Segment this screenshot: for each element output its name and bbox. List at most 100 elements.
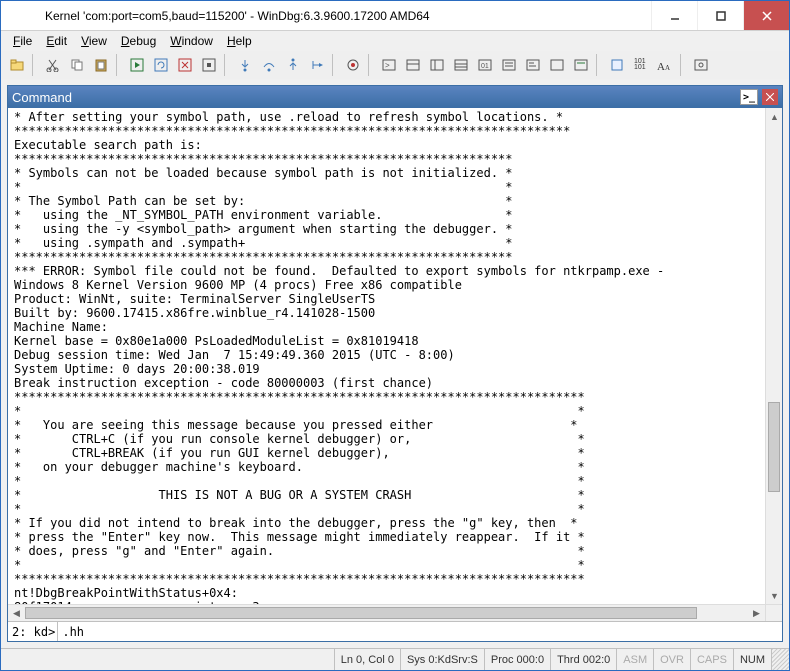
command-output-text: * After setting your symbol path, use .r…: [8, 108, 782, 616]
toolbar-step-over-button[interactable]: [258, 54, 280, 76]
toolbar-paste-button[interactable]: [90, 54, 112, 76]
toolbar-restart-button[interactable]: [150, 54, 172, 76]
toolbar-command-window-button[interactable]: >: [378, 54, 400, 76]
svg-text:>: >: [385, 61, 390, 70]
toolbar-step-out-button[interactable]: [282, 54, 304, 76]
command-window-title: Command: [12, 90, 736, 105]
menubar: File Edit View Debug Window Help: [1, 31, 789, 51]
stop-icon: [178, 58, 192, 72]
toolbar-open-button[interactable]: [6, 54, 28, 76]
statusbar-pad: [1, 649, 334, 670]
toolbar-scratch-window-button[interactable]: [546, 54, 568, 76]
toolbar-sep-3: [224, 54, 230, 76]
callstack-window-icon: [502, 58, 516, 72]
scroll-down-button[interactable]: ▼: [766, 587, 782, 604]
h-scroll-track[interactable]: [25, 605, 748, 621]
status-asm[interactable]: ASM: [616, 649, 653, 670]
horizontal-scrollbar[interactable]: ◀ ▶: [8, 604, 765, 621]
scroll-right-button[interactable]: ▶: [748, 605, 765, 621]
source-mode-icon: [610, 58, 624, 72]
step-into-icon: [238, 58, 252, 72]
status-lncol: Ln 0, Col 0: [334, 649, 400, 670]
toolbar-watch-window-button[interactable]: [402, 54, 424, 76]
mdi-area: Command >_ * After setting your symbol p…: [1, 79, 789, 648]
menu-file[interactable]: File: [7, 33, 38, 49]
toolbar-font-button[interactable]: 101101: [630, 54, 652, 76]
status-sys[interactable]: Sys 0:KdSrv:S: [400, 649, 484, 670]
step-out-icon: [286, 58, 300, 72]
options-icon: [694, 58, 708, 72]
vertical-scrollbar[interactable]: ▲ ▼: [765, 108, 782, 604]
toolbar-run-to-cursor-button[interactable]: [306, 54, 328, 76]
toolbar-go-button[interactable]: [126, 54, 148, 76]
command-window-titlebar[interactable]: Command >_: [8, 86, 782, 108]
main-window: Kernel 'com:port=com5,baud=115200' - Win…: [0, 0, 790, 671]
maximize-icon: [716, 11, 726, 21]
command-output-area[interactable]: * After setting your symbol path, use .r…: [8, 108, 782, 621]
command-window-restore-icon[interactable]: >_: [740, 89, 758, 105]
toolbar-memory-window-button[interactable]: 01: [474, 54, 496, 76]
toolbar-source-mode-button[interactable]: [606, 54, 628, 76]
status-thrd[interactable]: Thrd 002:0: [550, 649, 616, 670]
v-scroll-track[interactable]: [766, 125, 782, 587]
toolbar-locals-window-button[interactable]: [426, 54, 448, 76]
menu-view[interactable]: View: [75, 33, 113, 49]
menu-help[interactable]: Help: [221, 33, 258, 49]
disasm-window-icon: [526, 58, 540, 72]
toolbar-sep-1: [32, 54, 38, 76]
toolbar-stop-button[interactable]: [174, 54, 196, 76]
toolbar: > 01 101101 AA: [1, 51, 789, 79]
scroll-up-button[interactable]: ▲: [766, 108, 782, 125]
h-scroll-thumb[interactable]: [25, 607, 697, 619]
toolbar-callstack-window-button[interactable]: [498, 54, 520, 76]
menu-debug[interactable]: Debug: [115, 33, 162, 49]
scratch-window-icon: [550, 58, 564, 72]
font-size-icon: AA: [657, 58, 673, 72]
command-window-close-button[interactable]: [762, 89, 778, 105]
resize-grip[interactable]: [771, 649, 789, 670]
minimize-icon: [670, 11, 680, 21]
v-scroll-thumb[interactable]: [768, 402, 780, 492]
status-proc[interactable]: Proc 000:0: [484, 649, 550, 670]
toolbar-font-size-button[interactable]: AA: [654, 54, 676, 76]
window-title: Kernel 'com:port=com5,baud=115200' - Win…: [41, 1, 651, 30]
toolbar-breakpoint-button[interactable]: [342, 54, 364, 76]
toolbar-sep-2: [116, 54, 122, 76]
memory-window-icon: 01: [478, 58, 492, 72]
source-window-icon: [574, 58, 588, 72]
copy-icon: [70, 58, 84, 72]
breakpoint-icon: [346, 58, 360, 72]
maximize-button[interactable]: [697, 1, 743, 30]
svg-text:01: 01: [481, 63, 489, 70]
command-input-row: 2: kd>: [8, 621, 782, 641]
command-window-body: * After setting your symbol path, use .r…: [8, 108, 782, 641]
watch-window-icon: [406, 58, 420, 72]
toolbar-sep-4: [332, 54, 338, 76]
status-ovr[interactable]: OVR: [653, 649, 690, 670]
close-x-icon: [766, 93, 774, 101]
sysmenu-area[interactable]: [1, 1, 41, 30]
titlebar[interactable]: Kernel 'com:port=com5,baud=115200' - Win…: [1, 1, 789, 31]
toolbar-cut-button[interactable]: [42, 54, 64, 76]
toolbar-registers-window-button[interactable]: [450, 54, 472, 76]
svg-text:101: 101: [634, 64, 646, 71]
svg-text:A: A: [657, 61, 665, 72]
status-num[interactable]: NUM: [733, 649, 771, 670]
svg-text:A: A: [665, 64, 670, 72]
command-input[interactable]: [58, 622, 782, 641]
menu-edit[interactable]: Edit: [40, 33, 73, 49]
toolbar-break-button[interactable]: [198, 54, 220, 76]
run-to-cursor-icon: [310, 58, 324, 72]
toolbar-copy-button[interactable]: [66, 54, 88, 76]
toolbar-options-button[interactable]: [690, 54, 712, 76]
menu-window[interactable]: Window: [164, 33, 219, 49]
minimize-button[interactable]: [651, 1, 697, 30]
scroll-left-button[interactable]: ◀: [8, 605, 25, 621]
toolbar-source-window-button[interactable]: [570, 54, 592, 76]
toolbar-step-into-button[interactable]: [234, 54, 256, 76]
toolbar-disasm-window-button[interactable]: [522, 54, 544, 76]
toolbar-sep-6: [596, 54, 602, 76]
close-button[interactable]: [743, 1, 789, 30]
registers-window-icon: [454, 58, 468, 72]
status-caps[interactable]: CAPS: [690, 649, 733, 670]
